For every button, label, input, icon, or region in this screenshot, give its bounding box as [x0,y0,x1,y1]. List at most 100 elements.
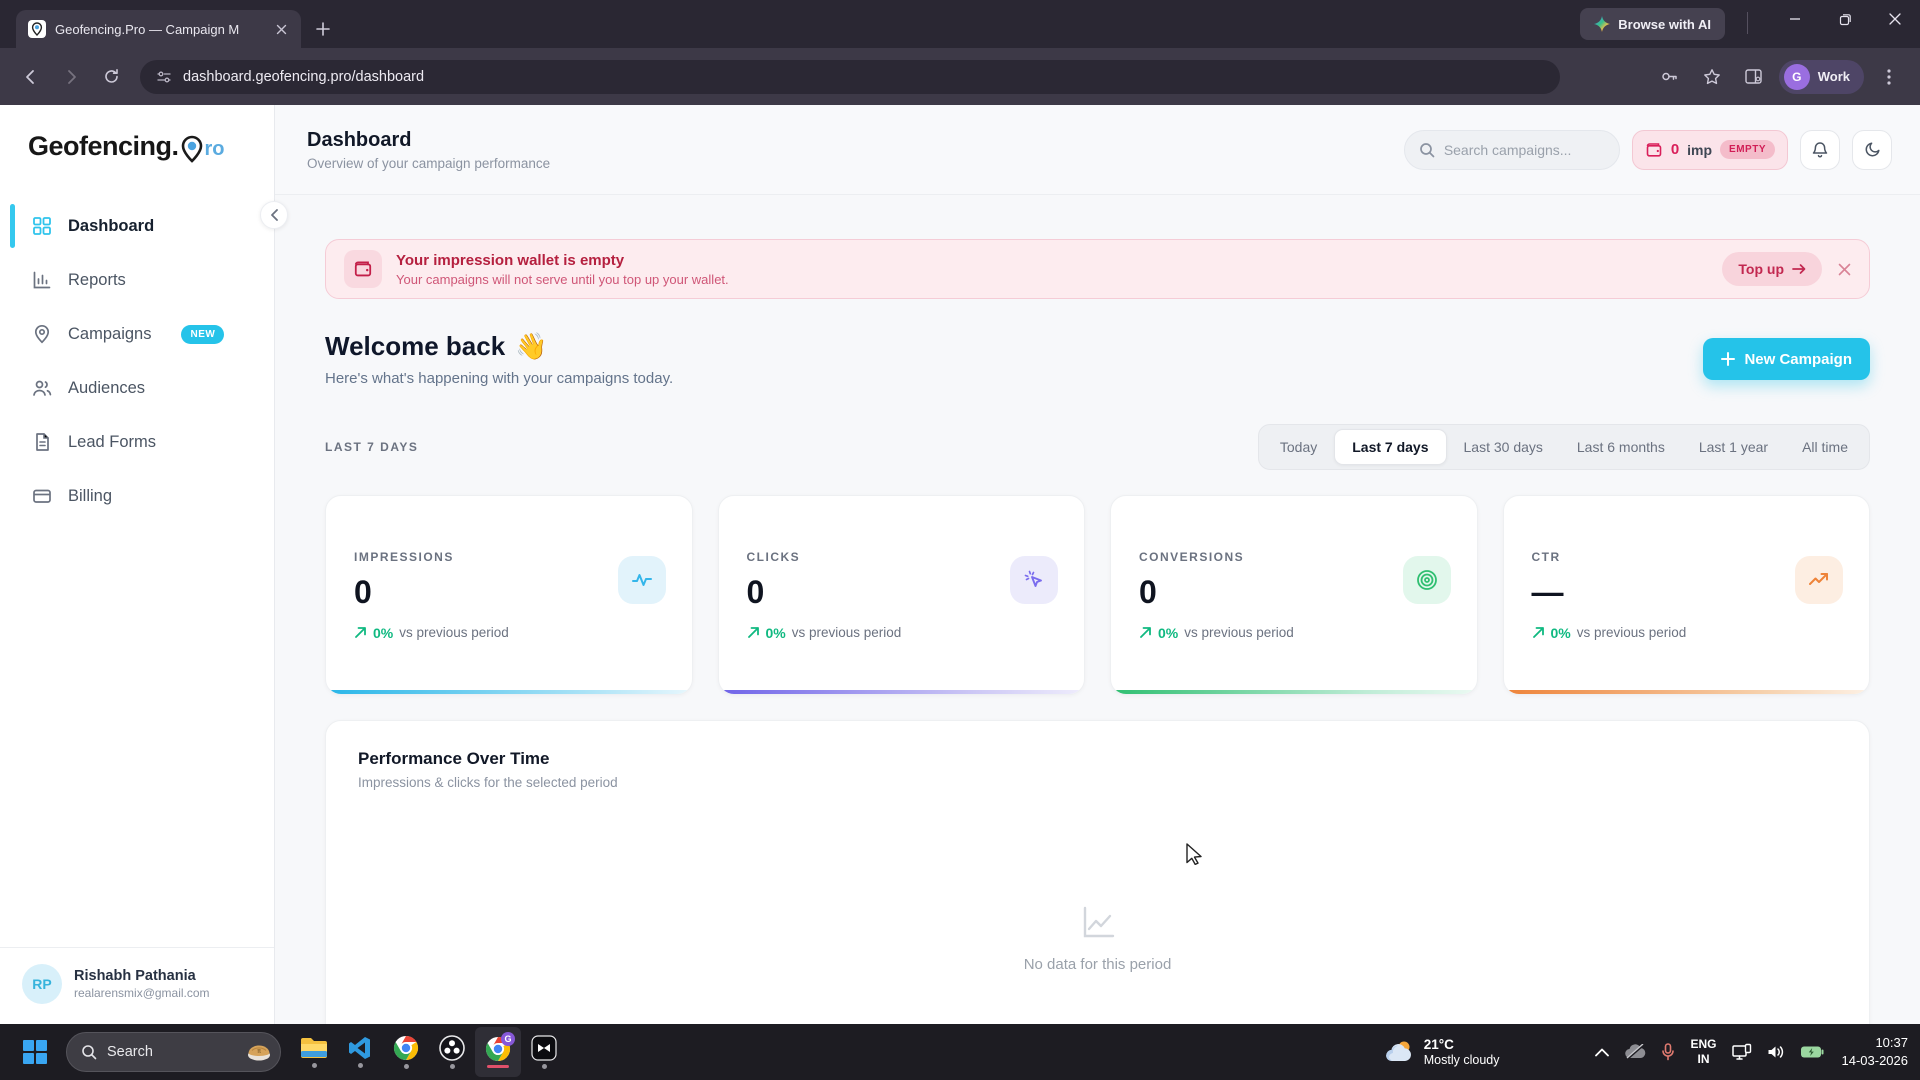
chrome-button[interactable] [383,1027,429,1077]
tab-close-icon[interactable] [271,19,291,39]
taskbar-search-box[interactable]: Search π [66,1032,281,1072]
tab-favicon [28,20,46,38]
sidebar-item-campaigns[interactable]: Campaigns NEW [0,307,274,361]
forward-button[interactable] [54,60,88,94]
browse-with-ai-button[interactable]: Browse with AI [1580,8,1725,40]
tab-all-time[interactable]: All time [1785,429,1865,465]
top-up-button[interactable]: Top up [1722,252,1822,286]
password-key-icon[interactable] [1653,60,1687,94]
browser-tab[interactable]: Geofencing.Pro — Campaign M [16,10,301,48]
sidebar-item-audiences[interactable]: Audiences [0,361,274,415]
active-app-indicator [487,1065,509,1068]
address-bar[interactable]: dashboard.geofencing.pro/dashboard [140,60,1560,94]
windows-taskbar: Search π G [0,1024,1920,1080]
back-button[interactable] [14,60,48,94]
taskbar-search-label: Search [107,1044,234,1060]
microphone-icon[interactable] [1661,1043,1675,1061]
users-icon [32,378,52,398]
side-panel-icon[interactable] [1737,60,1771,94]
impression-wallet-chip[interactable]: 0 imp EMPTY [1632,130,1788,170]
empty-chart-icon [1077,902,1119,944]
bookmark-star-icon[interactable] [1695,60,1729,94]
date-range-tabs: Today Last 7 days Last 30 days Last 6 mo… [1258,424,1870,470]
taskbar-apps: G [291,1027,567,1077]
page-subtitle: Overview of your campaign performance [307,156,550,171]
language-indicator[interactable]: ENG IN [1690,1037,1716,1067]
reload-button[interactable] [94,60,128,94]
alert-close-icon[interactable] [1838,263,1851,276]
taskbar-clock[interactable]: 10:37 14-03-2026 [1842,1034,1909,1070]
vscode-button[interactable] [337,1027,383,1077]
capcut-button[interactable] [521,1027,567,1077]
alert-title: Your impression wallet is empty [396,252,729,269]
welcome-section: Welcome back 👋 Here's what's happening w… [325,331,1870,387]
network-icon[interactable] [1732,1043,1752,1061]
ai-diamond-icon [1594,16,1610,32]
notifications-button[interactable] [1800,130,1840,170]
weather-temp: 21°C [1424,1037,1500,1052]
sidebar-item-lead-forms[interactable]: Lead Forms [0,415,274,469]
url-text: dashboard.geofencing.pro/dashboard [183,69,424,85]
accent-bar [326,690,692,694]
tab-title: Geofencing.Pro — Campaign M [55,22,262,37]
arrow-up-right-icon [354,626,367,639]
sidebar-user[interactable]: RP Rishabh Pathania realarensmix@gmail.c… [0,947,274,1024]
accent-bar [1111,690,1477,694]
search-campaigns-box[interactable] [1404,130,1620,170]
sidebar-item-dashboard[interactable]: Dashboard [0,199,274,253]
grid-icon [32,216,52,236]
sidebar-item-billing[interactable]: Billing [0,469,274,523]
browser-chrome: Geofencing.Pro — Campaign M Browse with … [0,0,1920,105]
browser-toolbar: dashboard.geofencing.pro/dashboard G Wor… [0,48,1920,105]
running-indicator [312,1063,317,1068]
impressions-card: IMPRESSIONS 0 0% vs previous period [325,495,693,695]
arrow-up-right-icon [1139,626,1152,639]
tab-last-30-days[interactable]: Last 30 days [1447,429,1560,465]
battery-icon[interactable] [1800,1045,1824,1059]
tab-today[interactable]: Today [1263,429,1334,465]
app-logo[interactable]: Geofencing. ro [0,105,274,163]
onedrive-paused-icon[interactable] [1624,1044,1646,1060]
alert-message: Your campaigns will not serve until you … [396,272,729,287]
weather-widget[interactable]: 21°C Mostly cloudy [1385,1037,1500,1067]
volume-icon[interactable] [1767,1044,1785,1060]
ctr-card: CTR — 0% vs previous period [1503,495,1871,695]
tab-last-6-months[interactable]: Last 6 months [1560,429,1682,465]
running-indicator [450,1064,455,1069]
sidebar-item-reports[interactable]: Reports [0,253,274,307]
browser-profile-button[interactable]: G Work [1779,60,1864,94]
chrome-work-profile-button[interactable]: G [475,1027,521,1077]
active-indicator [10,204,15,248]
maximize-button[interactable] [1820,0,1870,38]
close-window-button[interactable] [1870,0,1920,38]
window-controls [1770,0,1920,38]
chart-title: Performance Over Time [358,749,1837,769]
cursor-click-icon [1010,556,1058,604]
plus-icon [1721,352,1735,366]
start-button[interactable] [14,1030,56,1074]
browser-menu-icon[interactable] [1872,60,1906,94]
svg-text:π: π [257,1048,261,1055]
main-area: Dashboard Overview of your campaign perf… [275,105,1920,1024]
running-indicator [542,1064,547,1069]
welcome-subtitle: Here's what's happening with your campai… [325,370,673,387]
new-tab-button[interactable] [309,15,337,43]
arrow-up-right-icon [747,626,760,639]
app-page: Geofencing. ro Dashboard Reports [0,105,1920,1024]
wallet-empty-alert: Your impression wallet is empty Your cam… [325,239,1870,299]
page-title: Dashboard [307,129,550,152]
conversions-card: CONVERSIONS 0 0% vs previous period [1110,495,1478,695]
search-input[interactable] [1444,142,1594,158]
dark-mode-toggle[interactable] [1852,130,1892,170]
activity-icon [618,556,666,604]
map-pin-icon [32,324,52,344]
new-campaign-button[interactable]: New Campaign [1703,338,1870,380]
site-settings-icon[interactable] [156,69,172,85]
tray-chevron-up-icon[interactable] [1595,1048,1609,1057]
minimize-button[interactable] [1770,0,1820,38]
arrow-up-right-icon [1532,626,1545,639]
file-explorer-button[interactable] [291,1027,337,1077]
tab-last-1-year[interactable]: Last 1 year [1682,429,1785,465]
obs-button[interactable] [429,1027,475,1077]
tab-last-7-days[interactable]: Last 7 days [1334,429,1446,465]
